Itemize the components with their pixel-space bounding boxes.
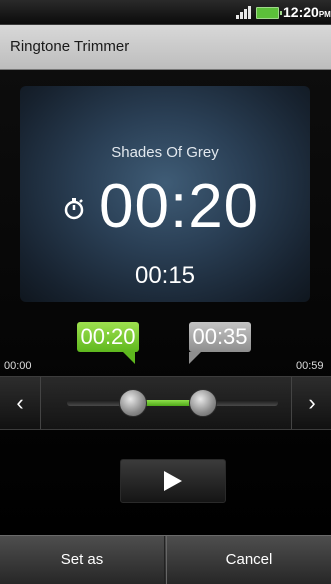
status-ampm: PM xyxy=(318,10,331,19)
nudge-left-button[interactable]: ‹ xyxy=(0,377,41,429)
stopwatch-icon xyxy=(64,198,84,220)
status-clock: 12:20PM xyxy=(283,4,331,20)
nudge-right-button[interactable]: › xyxy=(291,377,331,429)
end-marker-label: 00:35 xyxy=(189,322,251,364)
start-marker-label: 00:20 xyxy=(77,322,139,364)
trim-slider: ‹ › xyxy=(0,376,331,430)
play-icon xyxy=(164,471,182,491)
track-end-label: 00:59 xyxy=(296,360,324,372)
cancel-button[interactable]: Cancel xyxy=(166,536,331,584)
signal-icon xyxy=(236,6,252,19)
status-bar: 12:20PM xyxy=(0,0,331,25)
start-handle[interactable] xyxy=(119,389,147,417)
end-handle[interactable] xyxy=(189,389,217,417)
now-playing-panel: Shades Of Grey 00:20 00:15 xyxy=(20,86,310,302)
set-as-button[interactable]: Set as xyxy=(0,536,165,584)
page-title: Ringtone Trimmer xyxy=(10,38,130,55)
action-bar: Set as Cancel xyxy=(0,535,331,584)
main-area: Shades Of Grey 00:20 00:15 00:20 00:35 0… xyxy=(0,70,331,535)
title-bar: Ringtone Trimmer xyxy=(0,25,331,70)
battery-icon xyxy=(256,7,282,19)
track-start-label: 00:00 xyxy=(4,360,32,372)
clip-duration: 00:15 xyxy=(134,262,196,289)
status-time: 12:20 xyxy=(283,4,319,20)
chevron-left-icon: ‹ xyxy=(16,390,24,415)
song-title: Shades Of Grey xyxy=(111,144,219,161)
chevron-right-icon: › xyxy=(308,390,316,415)
play-button[interactable] xyxy=(120,459,226,503)
elapsed-time: 00:20 xyxy=(99,172,260,241)
